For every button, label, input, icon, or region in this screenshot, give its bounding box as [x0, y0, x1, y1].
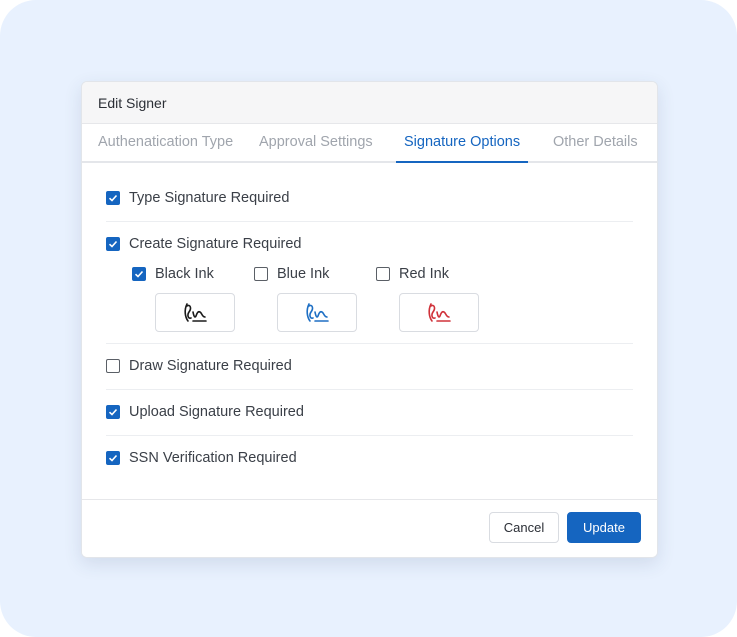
draw-signature-option[interactable]: Draw Signature Required: [106, 358, 292, 374]
update-button[interactable]: Update: [567, 512, 641, 543]
black-ink-checkbox[interactable]: [132, 267, 146, 281]
divider: [106, 221, 633, 222]
upload-signature-option[interactable]: Upload Signature Required: [106, 404, 304, 420]
black-ink-label: Black Ink: [155, 266, 214, 282]
upload-signature-label: Upload Signature Required: [129, 404, 304, 420]
signature-icon: [428, 302, 451, 322]
tab-signature-options[interactable]: Signature Options: [395, 124, 529, 163]
signature-icon: [184, 302, 207, 322]
blue-ink-label: Blue Ink: [277, 266, 330, 282]
type-signature-label: Type Signature Required: [129, 190, 290, 206]
tab-approval-settings[interactable]: Approval Settings: [259, 124, 373, 161]
tab-bar: Authenatication Type Approval Settings S…: [82, 124, 657, 163]
ssn-verification-checkbox[interactable]: [106, 451, 120, 465]
divider: [106, 435, 633, 436]
edit-signer-dialog: Edit Signer Authenatication Type Approva…: [81, 81, 658, 558]
ssn-verification-option[interactable]: SSN Verification Required: [106, 450, 297, 466]
tab-other-details[interactable]: Other Details: [553, 124, 638, 161]
divider: [106, 389, 633, 390]
dialog-title: Edit Signer: [98, 94, 167, 111]
red-ink-option[interactable]: Red Ink: [376, 266, 449, 282]
type-signature-option[interactable]: Type Signature Required: [106, 190, 289, 206]
tab-authentication-type[interactable]: Authenatication Type: [98, 124, 233, 161]
create-signature-label: Create Signature Required: [129, 236, 302, 252]
red-ink-checkbox[interactable]: [376, 267, 390, 281]
black-ink-preview[interactable]: [155, 293, 235, 332]
cancel-button[interactable]: Cancel: [489, 512, 559, 543]
create-signature-option[interactable]: Create Signature Required: [106, 236, 302, 252]
blue-ink-checkbox[interactable]: [254, 267, 268, 281]
red-ink-preview[interactable]: [399, 293, 479, 332]
blue-ink-option[interactable]: Blue Ink: [254, 266, 329, 282]
create-signature-checkbox[interactable]: [106, 237, 120, 251]
signature-options-panel: Type Signature Required Create Signature…: [82, 163, 657, 501]
black-ink-option[interactable]: Black Ink: [132, 266, 214, 282]
dialog-header: Edit Signer: [82, 82, 657, 124]
draw-signature-label: Draw Signature Required: [129, 358, 292, 374]
type-signature-checkbox[interactable]: [106, 191, 120, 205]
dialog-footer: Cancel Update: [82, 499, 657, 557]
ssn-verification-label: SSN Verification Required: [129, 450, 297, 466]
signature-icon: [306, 302, 329, 322]
draw-signature-checkbox[interactable]: [106, 359, 120, 373]
red-ink-label: Red Ink: [399, 266, 449, 282]
page-background: Edit Signer Authenatication Type Approva…: [0, 0, 737, 637]
blue-ink-preview[interactable]: [277, 293, 357, 332]
upload-signature-checkbox[interactable]: [106, 405, 120, 419]
divider: [106, 343, 633, 344]
